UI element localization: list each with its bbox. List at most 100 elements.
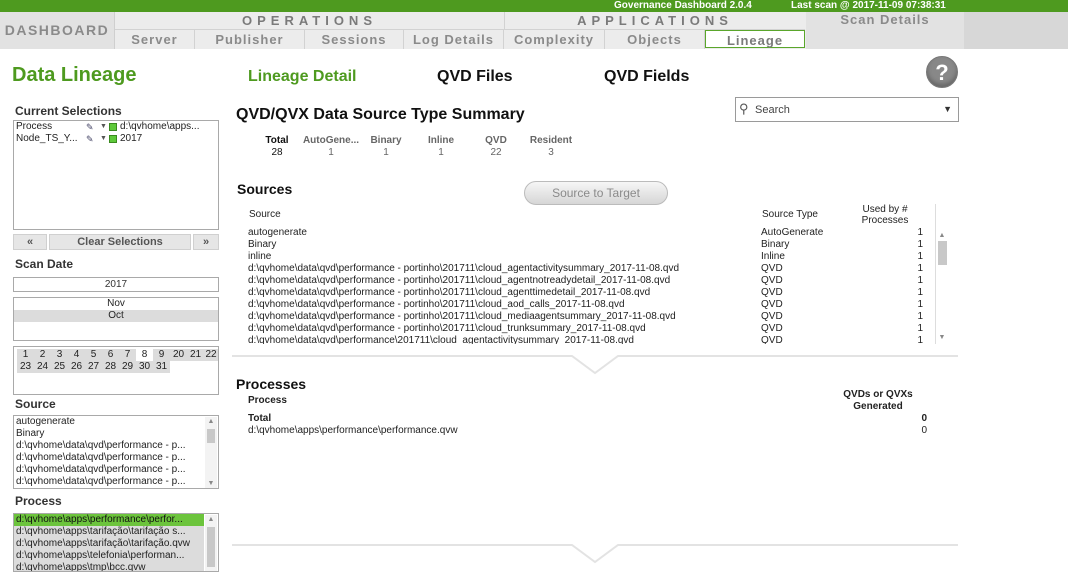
column-header-source-type[interactable]: Source Type: [762, 209, 818, 220]
search-input[interactable]: ⚲ Search ▼: [735, 97, 959, 122]
day-item[interactable]: 21: [187, 349, 204, 361]
day-item[interactable]: 25: [51, 361, 68, 373]
tab-objects[interactable]: Objects: [605, 30, 705, 49]
tab-log-details[interactable]: Log Details: [404, 30, 504, 49]
year-item[interactable]: 2017: [14, 278, 218, 291]
dropdown-icon[interactable]: ▼: [100, 121, 108, 133]
table-row[interactable]: inline Inline 1: [248, 251, 938, 263]
scroll-down-icon[interactable]: ▼: [936, 332, 948, 344]
day-item[interactable]: 31: [153, 361, 170, 373]
dashboard-tab[interactable]: DASHBOARD: [0, 12, 115, 49]
back-button[interactable]: «: [13, 234, 47, 250]
tab-scan-details[interactable]: Scan Details: [806, 12, 964, 49]
scroll-up-icon[interactable]: ▲: [205, 417, 217, 427]
tab-lineage[interactable]: Lineage: [705, 30, 805, 48]
column-header-process[interactable]: Process: [248, 395, 287, 406]
table-row[interactable]: d:\qvhome\data\qvd\performance - portinh…: [248, 323, 938, 335]
help-icon[interactable]: ?: [926, 56, 958, 88]
day-item[interactable]: 4: [68, 349, 85, 361]
column-header-generated[interactable]: QVDs or QVXs Generated: [836, 389, 920, 413]
scroll-up-icon[interactable]: ▲: [205, 515, 217, 525]
subnav-qvd-files[interactable]: QVD Files: [437, 68, 513, 86]
edit-icon[interactable]: ✎: [86, 133, 100, 145]
table-row[interactable]: autogenerate AutoGenerate 1: [248, 227, 938, 239]
sources-scrollbar[interactable]: ▲ ▼: [935, 204, 948, 344]
source-to-target-button[interactable]: Source to Target: [524, 181, 668, 205]
kpi-total: Total 28: [247, 135, 307, 159]
selection-field: Process: [16, 121, 53, 132]
list-item[interactable]: d:\qvhome\apps\tarifação\tarifação.qvw: [14, 538, 204, 550]
list-item[interactable]: d:\qvhome\data\qvd\performance - p...: [14, 476, 204, 488]
source-listbox[interactable]: autogenerate Binary d:\qvhome\data\qvd\p…: [13, 415, 219, 489]
scroll-thumb[interactable]: [207, 429, 215, 443]
source-scrollbar[interactable]: ▲ ▼: [205, 417, 217, 488]
table-row[interactable]: d:\qvhome\data\qvd\performance - portinh…: [248, 311, 938, 323]
day-item[interactable]: 20: [170, 349, 187, 361]
list-item[interactable]: d:\qvhome\apps\telefonia\performan...: [14, 550, 204, 562]
tab-publisher[interactable]: Publisher: [195, 30, 305, 49]
forward-button[interactable]: »: [193, 234, 219, 250]
selection-row[interactable]: Process ✎ ▼ d:\qvhome\apps...: [14, 121, 218, 133]
dropdown-icon[interactable]: ▼: [100, 133, 108, 145]
subnav-lineage-detail[interactable]: Lineage Detail: [248, 68, 356, 86]
list-item[interactable]: Binary: [14, 428, 204, 440]
month-listbox[interactable]: Nov Oct: [13, 297, 219, 341]
table-row[interactable]: d:\qvhome\data\qvd\performance - portinh…: [248, 299, 938, 311]
month-item[interactable]: Oct: [14, 310, 218, 322]
scroll-down-icon[interactable]: ▼: [205, 479, 217, 488]
list-item[interactable]: d:\qvhome\data\qvd\performance - p...: [14, 440, 204, 452]
day-item[interactable]: 24: [34, 361, 51, 373]
process-row-name[interactable]: d:\qvhome\apps\performance\performance.q…: [248, 425, 458, 436]
kpi-binary: Binary 1: [356, 135, 416, 159]
list-item[interactable]: d:\qvhome\data\qvd\performance - p...: [14, 452, 204, 464]
tab-complexity[interactable]: Complexity: [504, 30, 605, 49]
day-item[interactable]: 3: [51, 349, 68, 361]
day-item[interactable]: 8: [136, 349, 153, 361]
current-selections-box: Process ✎ ▼ d:\qvhome\apps... Node_TS_Y... ✎…: [13, 120, 219, 230]
main-navigation: DASHBOARD OPERATIONS APPLICATIONS Server…: [0, 12, 1068, 49]
day-item[interactable]: 6: [102, 349, 119, 361]
list-item[interactable]: d:\qvhome\data\qvd\performance - p...: [14, 464, 204, 476]
table-row[interactable]: Binary Binary 1: [248, 239, 938, 251]
list-item[interactable]: d:\qvhome\apps\tmp\bcc.qvw: [14, 562, 204, 571]
day-item[interactable]: 26: [68, 361, 85, 373]
day-item[interactable]: 27: [85, 361, 102, 373]
column-header-used-by[interactable]: Used by # Processes: [854, 204, 916, 226]
day-item[interactable]: 5: [85, 349, 102, 361]
day-item[interactable]: 23: [17, 361, 34, 373]
column-header-source[interactable]: Source: [249, 209, 281, 220]
day-item[interactable]: 1: [17, 349, 34, 361]
cell-source: d:\qvhome\data\qvd\performance - portinh…: [248, 275, 671, 286]
clear-selections-button[interactable]: Clear Selections: [49, 234, 191, 250]
subnav-qvd-fields[interactable]: QVD Fields: [604, 68, 689, 86]
day-item[interactable]: 2: [34, 349, 51, 361]
selection-row[interactable]: Node_TS_Y... ✎ ▼ 2017: [14, 133, 218, 145]
list-item[interactable]: d:\qvhome\apps\performance\perfor...: [14, 514, 204, 526]
day-item[interactable]: 22: [204, 349, 218, 361]
day-item[interactable]: 30: [136, 361, 153, 373]
list-item[interactable]: autogenerate: [14, 416, 204, 428]
cell-used: 1: [917, 227, 923, 238]
edit-icon[interactable]: ✎: [86, 121, 100, 133]
process-listbox[interactable]: d:\qvhome\apps\performance\perfor... d:\…: [13, 513, 219, 572]
scroll-thumb[interactable]: [938, 241, 947, 265]
day-item[interactable]: 7: [119, 349, 136, 361]
table-row[interactable]: d:\qvhome\data\qvd\performance - portinh…: [248, 275, 938, 287]
process-scrollbar[interactable]: ▲: [205, 515, 217, 571]
year-listbox[interactable]: 2017: [13, 277, 219, 292]
chevron-down-icon[interactable]: ▼: [943, 104, 952, 114]
tab-server[interactable]: Server: [115, 30, 195, 49]
scroll-thumb[interactable]: [207, 527, 215, 567]
day-item[interactable]: 28: [102, 361, 119, 373]
kpi-label: Inline: [427, 135, 455, 146]
table-row[interactable]: d:\qvhome\data\qvd\performance - portinh…: [248, 287, 938, 299]
cell-used: 1: [917, 311, 923, 322]
day-listbox[interactable]: 1 2 3 4 5 6 7 8 9 20 21 22 23 24 25 26 2…: [13, 346, 219, 395]
tab-sessions[interactable]: Sessions: [305, 30, 404, 49]
list-item[interactable]: d:\qvhome\apps\tarifação\tarifação s...: [14, 526, 204, 538]
table-row[interactable]: d:\qvhome\data\qvd\performance\201711\cl…: [248, 335, 938, 344]
day-item[interactable]: 29: [119, 361, 136, 373]
month-item[interactable]: Nov: [14, 298, 218, 310]
table-row[interactable]: d:\qvhome\data\qvd\performance - portinh…: [248, 263, 938, 275]
day-item[interactable]: 9: [153, 349, 170, 361]
